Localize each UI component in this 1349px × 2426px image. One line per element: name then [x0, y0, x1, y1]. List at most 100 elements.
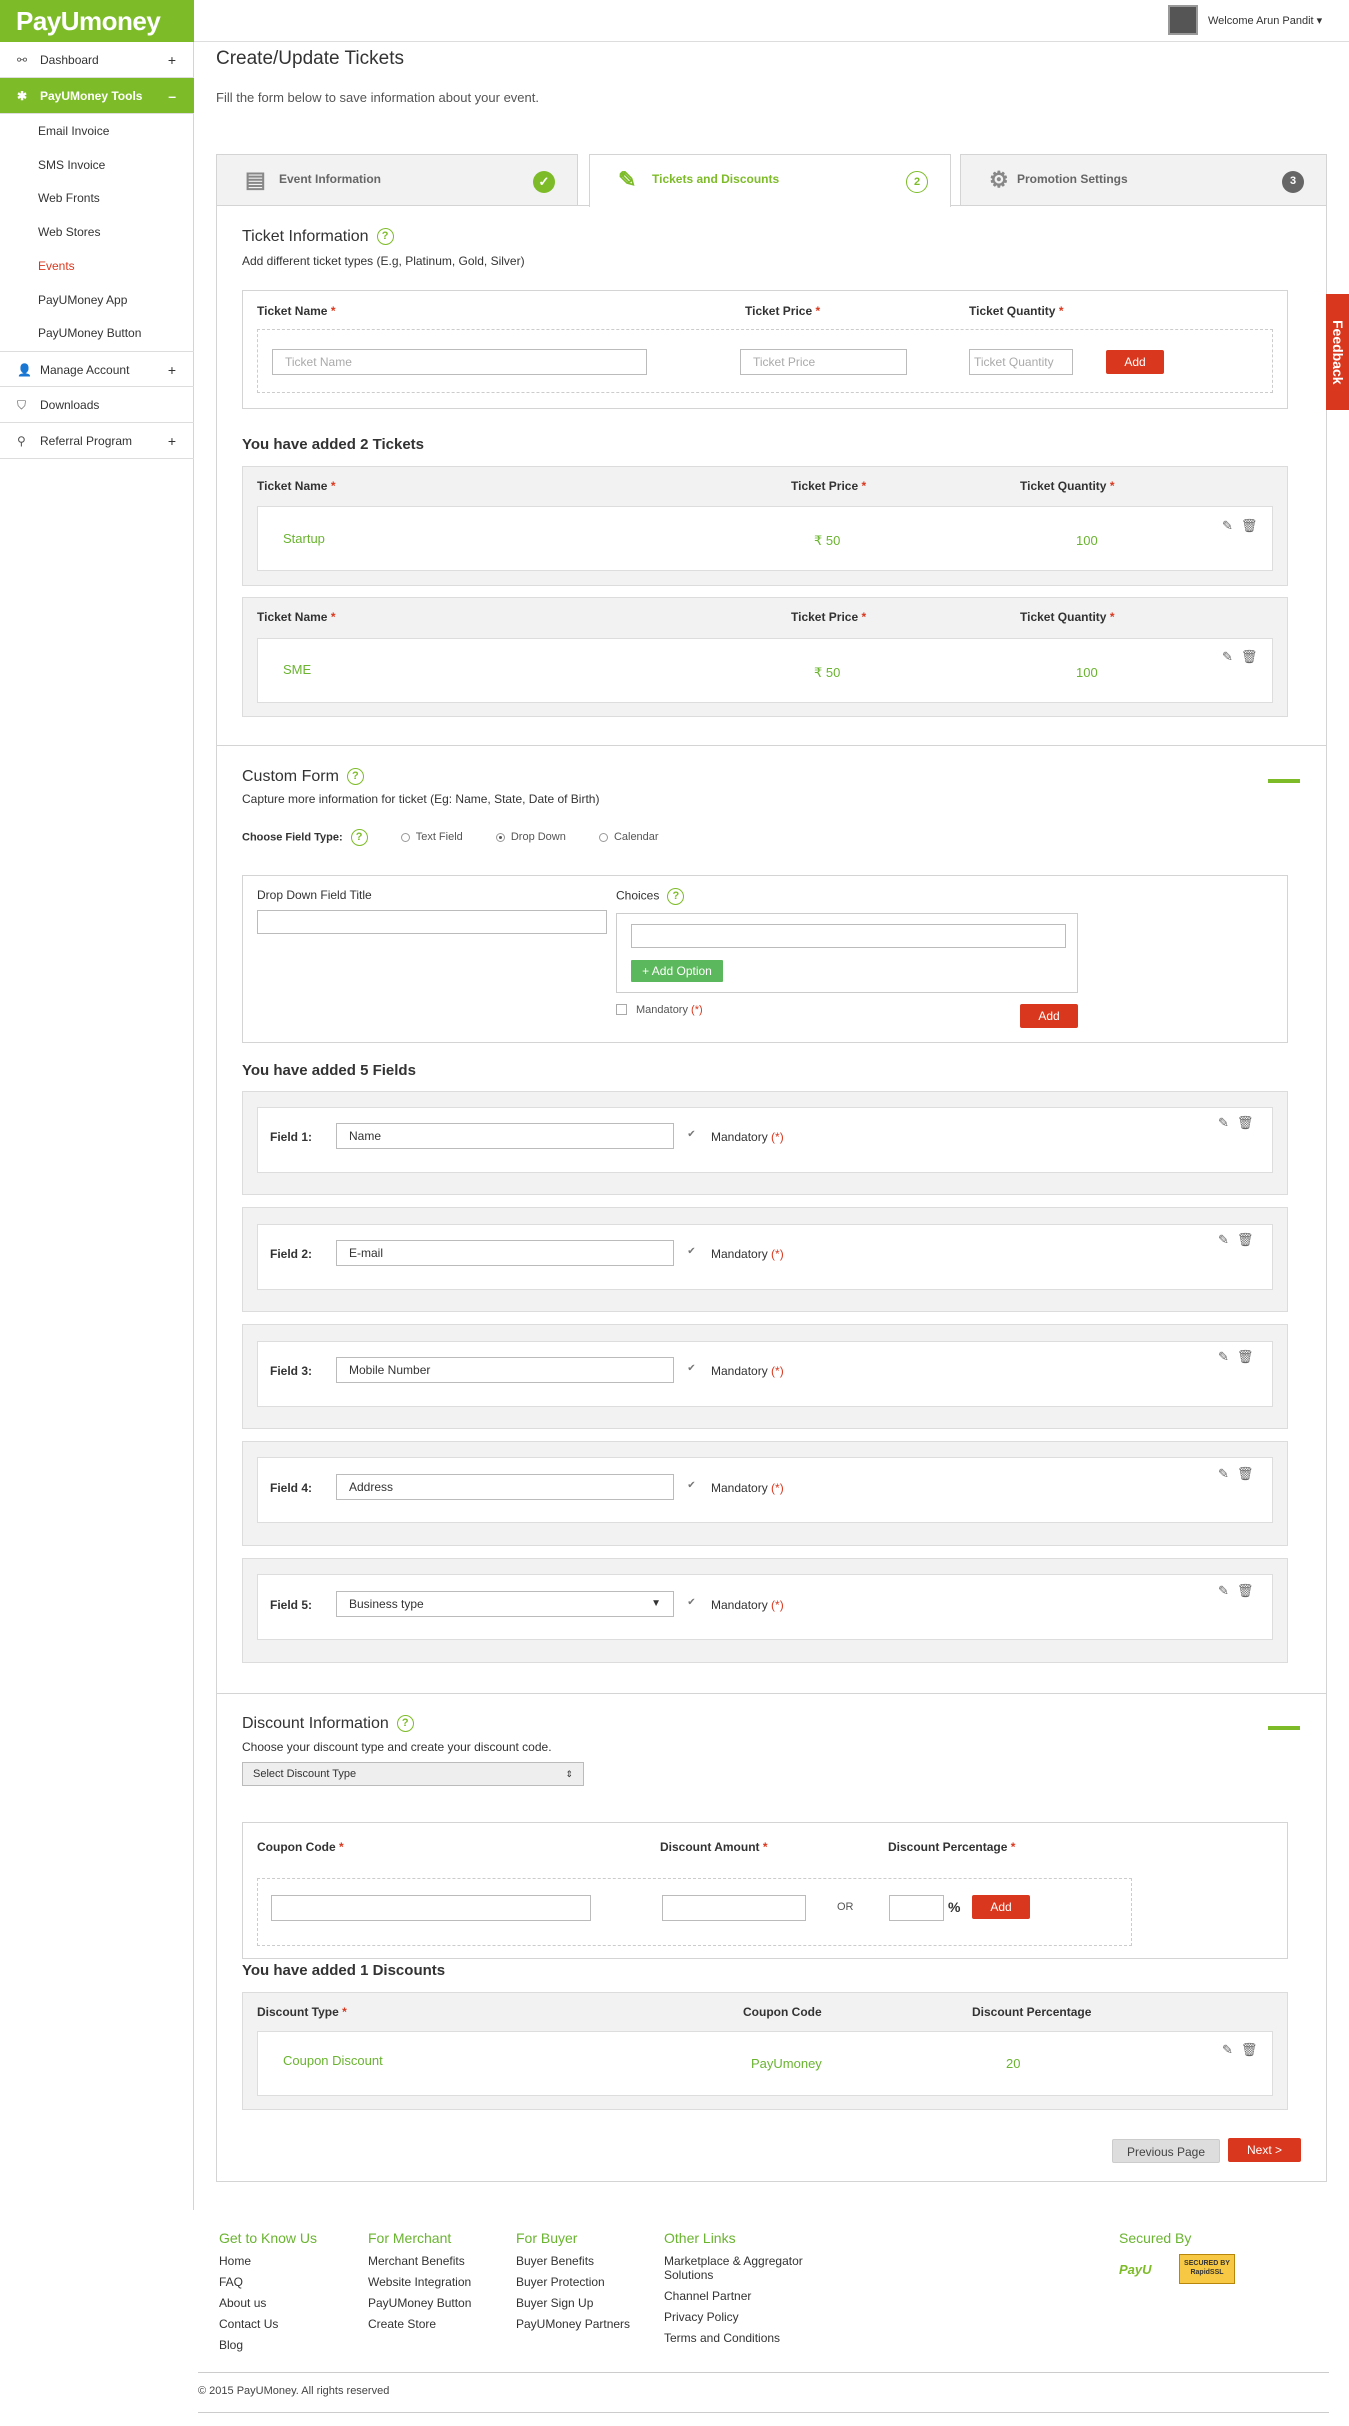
sidebar-item-payumoney-tools[interactable]: ✱ PayUMoney Tools –	[0, 78, 194, 114]
next-button[interactable]: Next >	[1228, 2138, 1301, 2162]
ticket-qty-input[interactable]: Ticket Quantity	[969, 349, 1073, 375]
sidebar-item-payumoney-app[interactable]: PayUMoney App	[38, 293, 127, 307]
trash-icon[interactable]: 🗑	[1237, 1466, 1262, 1481]
edit-icon[interactable]: ✎	[1222, 518, 1241, 533]
check-icon[interactable]: ✔	[686, 1364, 697, 1375]
feedback-tab[interactable]: Feedback	[1326, 294, 1349, 410]
sidebar-item-events[interactable]: Events	[38, 259, 75, 273]
footer-link-terms[interactable]: Terms and Conditions	[664, 2328, 824, 2349]
check-icon[interactable]: ✔	[686, 1481, 697, 1492]
help-icon[interactable]: ?	[350, 829, 368, 846]
edit-icon[interactable]: ✎	[1218, 1583, 1237, 1598]
add-discount-button[interactable]: Add	[972, 1895, 1030, 1919]
edit-icon[interactable]: ✎	[1218, 1466, 1237, 1481]
help-icon[interactable]: ?	[396, 1715, 414, 1733]
custom-form-subtitle: Capture more information for ticket (Eg:…	[242, 792, 600, 806]
previous-page-button[interactable]: Previous Page	[1112, 2139, 1220, 2163]
trash-icon[interactable]: 🗑	[1237, 1232, 1262, 1247]
footer-link-merchant-benefits[interactable]: Merchant Benefits	[368, 2251, 471, 2272]
collapse-icon[interactable]	[1268, 1726, 1300, 1730]
sidebar-item-payumoney-button[interactable]: PayUMoney Button	[38, 326, 141, 340]
add-option-button[interactable]: + Add Option	[631, 960, 723, 982]
footer-heading: For Merchant	[368, 2230, 452, 2246]
row-actions: ✎🗑	[1218, 1349, 1261, 1365]
radio-drop-down[interactable]: Drop Down	[466, 831, 566, 843]
ticket-info-subtitle: Add different ticket types (E.g, Platinu…	[242, 254, 525, 268]
collapse-icon[interactable]	[1268, 779, 1300, 783]
field-input[interactable]: Mobile Number	[336, 1357, 674, 1383]
add-field-button[interactable]: Add	[1020, 1004, 1078, 1028]
trash-icon[interactable]: 🗑	[1241, 2042, 1266, 2057]
ticket-name-label: Ticket Name *	[257, 479, 336, 493]
footer-link-channel-partner[interactable]: Channel Partner	[664, 2286, 824, 2307]
footer-link-website-integration[interactable]: Website Integration	[368, 2272, 471, 2293]
sidebar-item-manage-account[interactable]: 👤 Manage Account +	[0, 351, 194, 387]
check-icon[interactable]: ✔	[686, 1130, 697, 1141]
dropdown-title-input[interactable]	[257, 910, 607, 934]
sidebar-item-web-stores[interactable]: Web Stores	[38, 225, 100, 239]
ticket-name-value: Startup	[283, 531, 325, 546]
sidebar-item-sms-invoice[interactable]: SMS Invoice	[38, 158, 105, 172]
sidebar-item-web-fronts[interactable]: Web Fronts	[38, 191, 100, 205]
field-input[interactable]: E-mail	[336, 1240, 674, 1266]
mandatory-checkbox[interactable]	[616, 1004, 627, 1015]
radio-calendar[interactable]: Calendar	[569, 831, 659, 843]
trash-icon[interactable]: 🗑	[1237, 1349, 1262, 1364]
footer-link-payumoney-button[interactable]: PayUMoney Button	[368, 2293, 471, 2314]
footer-link-partners[interactable]: PayUMoney Partners	[516, 2314, 630, 2335]
footer-link-privacy[interactable]: Privacy Policy	[664, 2307, 824, 2328]
mandatory-label: Mandatory (*)	[711, 1247, 784, 1261]
discount-type-select[interactable]: Select Discount Type ⇕	[242, 1762, 584, 1786]
avatar[interactable]	[1168, 5, 1198, 35]
choice-input[interactable]	[631, 924, 1066, 948]
edit-icon[interactable]: ✎	[1222, 649, 1241, 664]
radio-text-field[interactable]: Text Field	[371, 831, 463, 843]
footer-link-about[interactable]: About us	[219, 2293, 278, 2314]
help-icon[interactable]: ?	[667, 888, 685, 905]
check-icon[interactable]: ✔	[686, 1598, 697, 1609]
footer-link-create-store[interactable]: Create Store	[368, 2314, 471, 2335]
field-input[interactable]: Address	[336, 1474, 674, 1500]
field-type-selector: Choose Field Type:? Text Field Drop Down…	[242, 829, 659, 846]
footer-link-faq[interactable]: FAQ	[219, 2272, 278, 2293]
help-icon[interactable]: ?	[376, 228, 394, 246]
sidebar-item-referral-program[interactable]: ⚲ Referral Program +	[0, 423, 194, 459]
trash-icon[interactable]: 🗑	[1237, 1115, 1262, 1130]
user-menu[interactable]: Welcome Arun Pandit ▾	[1208, 14, 1322, 27]
footer-link-buyer-protection[interactable]: Buyer Protection	[516, 2272, 630, 2293]
discount-percentage-input[interactable]	[889, 1895, 944, 1921]
footer-link-buyer-signup[interactable]: Buyer Sign Up	[516, 2293, 630, 2314]
sidebar-item-label: Manage Account	[40, 363, 130, 377]
custom-form-title: Custom Form?	[242, 768, 364, 786]
footer-link-contact[interactable]: Contact Us	[219, 2314, 278, 2335]
trash-icon[interactable]: 🗑	[1241, 518, 1266, 533]
edit-icon[interactable]: ✎	[1222, 2042, 1241, 2057]
footer-link-blog[interactable]: Blog	[219, 2335, 278, 2356]
sidebar-item-email-invoice[interactable]: Email Invoice	[38, 124, 109, 138]
rapidssl-badge: SECURED BY RapidSSL	[1179, 2254, 1235, 2284]
add-ticket-button[interactable]: Add	[1106, 350, 1164, 374]
trash-icon[interactable]: 🗑	[1241, 649, 1266, 664]
payumoney-logo[interactable]: PayUmoney	[0, 0, 194, 42]
ticket-price-value: ₹ 50	[814, 533, 841, 548]
mandatory-label: Mandatory (*)	[711, 1130, 784, 1144]
field-input[interactable]: Name	[336, 1123, 674, 1149]
help-icon[interactable]: ?	[346, 768, 364, 786]
footer-link-home[interactable]: Home	[219, 2251, 278, 2272]
ticket-name-input[interactable]: Ticket Name	[272, 349, 647, 375]
sidebar-item-downloads[interactable]: ⛉ Downloads	[0, 387, 194, 423]
footer-link-marketplace[interactable]: Marketplace & Aggregator Solutions	[664, 2254, 824, 2282]
tab-promotion-settings[interactable]: ⚙ Promotion Settings 3	[960, 154, 1327, 206]
edit-icon[interactable]: ✎	[1218, 1232, 1237, 1247]
coupon-code-input[interactable]	[271, 1895, 591, 1921]
ticket-price-input[interactable]: Ticket Price	[740, 349, 907, 375]
field-select[interactable]: Business type ▼	[336, 1591, 674, 1617]
check-icon[interactable]: ✔	[686, 1247, 697, 1258]
edit-icon[interactable]: ✎	[1218, 1349, 1237, 1364]
edit-icon[interactable]: ✎	[1218, 1115, 1237, 1130]
footer-link-buyer-benefits[interactable]: Buyer Benefits	[516, 2251, 630, 2272]
discount-amount-input[interactable]	[662, 1895, 806, 1921]
sidebar-item-dashboard[interactable]: ⚯ Dashboard +	[0, 42, 194, 78]
trash-icon[interactable]: 🗑	[1237, 1583, 1262, 1598]
tab-event-information[interactable]: ▤ Event Information ✓	[216, 154, 578, 206]
